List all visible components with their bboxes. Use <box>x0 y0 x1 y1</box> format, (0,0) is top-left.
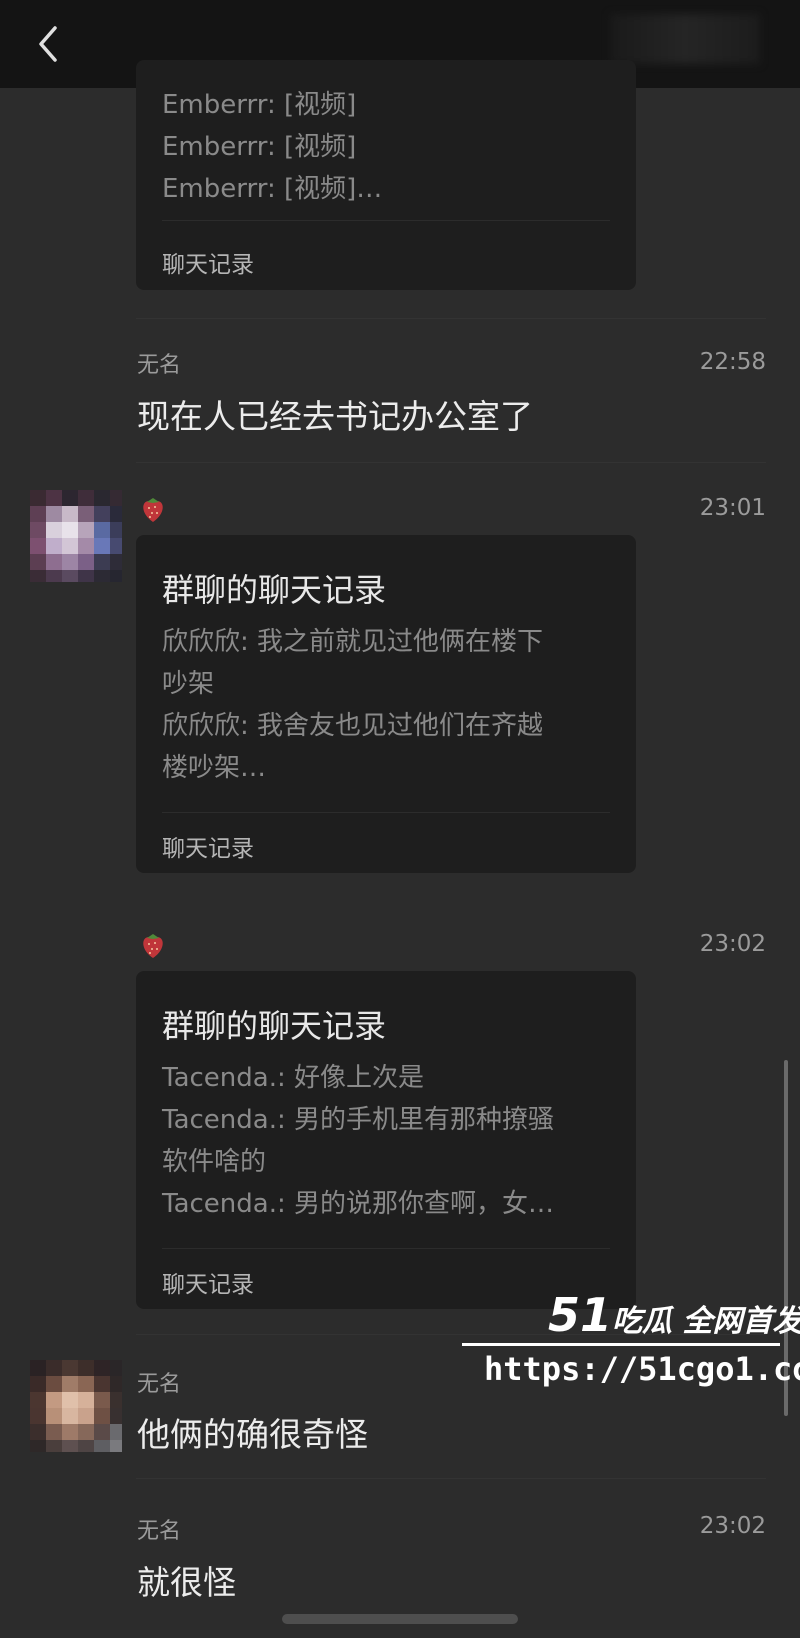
message-time: 23:01 <box>699 495 766 521</box>
watermark-logo: 51吃瓜 全网首发 <box>548 1288 800 1342</box>
card-divider <box>162 220 610 221</box>
blurred-title <box>610 14 760 64</box>
message-time: 22:58 <box>699 349 766 375</box>
message-text[interactable]: 现在人已经去书记办公室了 <box>137 390 533 438</box>
message-separator <box>136 462 766 463</box>
card-line: Tacenda.: 男的说那你查啊，女… <box>162 1189 555 1219</box>
card-line: Emberrr: [视频]… <box>162 174 383 204</box>
back-button[interactable] <box>26 20 70 68</box>
message-time: 23:02 <box>699 931 766 957</box>
card-line: Emberrr: [视频] <box>162 132 357 162</box>
card-title: 群聊的聊天记录 <box>162 571 387 609</box>
message-separator <box>136 1478 766 1479</box>
card-line: Emberrr: [视频] <box>162 90 357 120</box>
avatar[interactable] <box>30 1360 122 1452</box>
card-footer: 聊天记录 <box>162 252 254 278</box>
message-time: 23:02 <box>699 1513 766 1539</box>
chevron-left-icon <box>39 26 57 62</box>
strawberry-icon <box>140 494 166 528</box>
card-line: 吵架 <box>162 669 215 699</box>
card-line: Tacenda.: 男的手机里有那种撩骚 <box>162 1105 555 1135</box>
message-text[interactable]: 就很怪 <box>137 1556 236 1604</box>
sender-name: 无名 <box>137 353 182 378</box>
sender-name: 无名 <box>137 1372 182 1397</box>
card-line: 欣欣欣: 我舍友也见过他们在齐越 <box>162 711 544 741</box>
sender-name: 无名 <box>137 1519 182 1544</box>
watermark-url: https://51cgo1.com <box>484 1350 800 1388</box>
chat-record-card[interactable]: 群聊的聊天记录 欣欣欣: 我之前就见过他俩在楼下 吵架 欣欣欣: 我舍友也见过他… <box>136 535 636 873</box>
strawberry-icon <box>140 930 166 964</box>
chat-record-card[interactable]: 群聊的聊天记录 Tacenda.: 好像上次是 Tacenda.: 男的手机里有… <box>136 971 636 1309</box>
message-separator <box>136 318 766 319</box>
card-title: 群聊的聊天记录 <box>162 1007 387 1045</box>
card-line: 欣欣欣: 我之前就见过他俩在楼下 <box>162 627 544 657</box>
message-text[interactable]: 他俩的确很奇怪 <box>137 1408 368 1456</box>
card-divider <box>162 1248 610 1249</box>
card-divider <box>162 812 610 813</box>
card-footer: 聊天记录 <box>162 836 254 862</box>
chat-record-card[interactable]: Emberrr: [视频] Emberrr: [视频] Emberrr: [视频… <box>136 60 636 290</box>
card-line: Tacenda.: 好像上次是 <box>162 1063 425 1093</box>
card-footer: 聊天记录 <box>162 1272 254 1298</box>
card-line: 楼吵架… <box>162 753 267 783</box>
avatar[interactable] <box>30 490 122 582</box>
home-indicator[interactable] <box>282 1614 518 1624</box>
watermark-divider <box>462 1343 780 1346</box>
card-line: 软件啥的 <box>162 1147 267 1177</box>
